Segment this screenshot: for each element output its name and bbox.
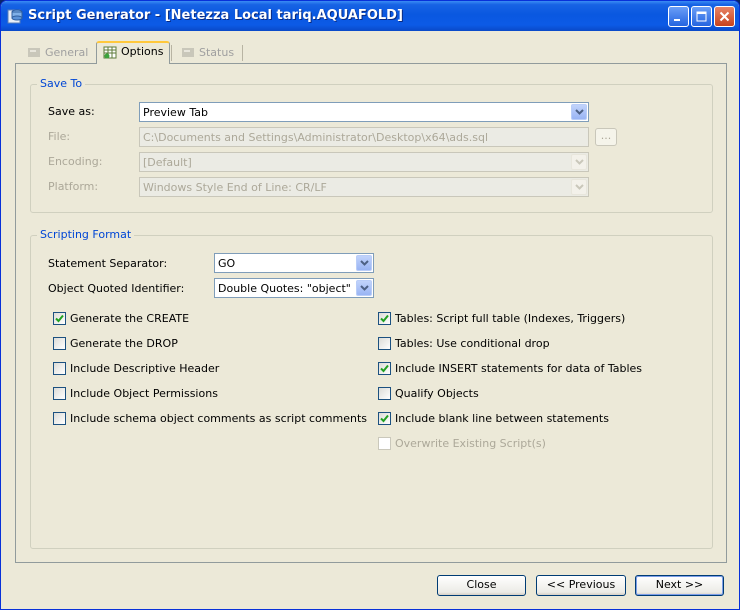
- checkbox-label: Tables: Use conditional drop: [395, 337, 550, 350]
- checkmark-icon: [380, 314, 389, 323]
- quoted-identifier-value: Double Quotes: "object": [218, 282, 351, 295]
- checkbox-box[interactable]: [53, 312, 66, 325]
- checkbox-box[interactable]: [378, 312, 391, 325]
- scripting-format-title: Scripting Format: [37, 228, 135, 241]
- encoding-label: Encoding:: [48, 155, 103, 168]
- next-button[interactable]: Next >>: [635, 575, 724, 596]
- close-button[interactable]: Close: [437, 575, 526, 596]
- tab-separator: [171, 45, 172, 61]
- checkmark-icon: [380, 364, 389, 373]
- chevron-down-icon: [359, 285, 369, 291]
- tab-general-label: General: [45, 46, 89, 59]
- options-panel: Save To Save as: Preview Tab File: C:\Do…: [15, 63, 727, 563]
- save-to-group: Save To Save as: Preview Tab File: C:\Do…: [30, 77, 713, 213]
- statement-separator-dropdown[interactable]: GO: [214, 253, 374, 273]
- tab-options-label: Options: [121, 45, 164, 58]
- maximize-button[interactable]: [691, 6, 712, 27]
- checkbox-label: Include blank line between statements: [395, 412, 609, 425]
- checkmark-icon: [380, 414, 389, 423]
- platform-dropdown[interactable]: Windows Style End of Line: CR/LF: [139, 177, 589, 197]
- file-path-value: C:\Documents and Settings\Administrator\…: [143, 131, 489, 144]
- checkbox-label: Include Object Permissions: [70, 387, 218, 400]
- platform-value: Windows Style End of Line: CR/LF: [143, 181, 327, 194]
- maximize-icon: [696, 11, 707, 22]
- file-label: File:: [48, 130, 71, 143]
- chevron-down-icon: [359, 260, 369, 266]
- dropdown-arrow[interactable]: [571, 179, 587, 195]
- checkbox-box[interactable]: [378, 337, 391, 350]
- save-as-dropdown[interactable]: Preview Tab: [139, 102, 589, 122]
- scripting-format-group: Scripting Format Statement Separator: GO…: [30, 228, 713, 549]
- encoding-value: [Default]: [143, 156, 192, 169]
- checkbox-box[interactable]: [378, 437, 391, 450]
- minimize-icon: [674, 19, 680, 21]
- platform-label: Platform:: [48, 180, 99, 193]
- save-as-label: Save as:: [48, 105, 95, 118]
- dropdown-arrow[interactable]: [571, 104, 587, 120]
- general-tab-icon: [28, 48, 40, 57]
- save-as-value: Preview Tab: [143, 106, 208, 119]
- statement-separator-label: Statement Separator:: [48, 257, 168, 270]
- checkbox-box[interactable]: [378, 387, 391, 400]
- chevron-down-icon: [574, 159, 584, 165]
- checkbox-box[interactable]: [53, 412, 66, 425]
- quoted-identifier-label: Object Quoted Identifier:: [48, 282, 185, 295]
- dropdown-arrow[interactable]: [356, 255, 372, 271]
- dropdown-arrow[interactable]: [571, 154, 587, 170]
- tab-separator: [242, 45, 243, 61]
- checkbox-label: Include INSERT statements for data of Ta…: [395, 362, 643, 375]
- chevron-down-icon: [574, 184, 584, 190]
- close-icon: [719, 11, 730, 22]
- encoding-dropdown[interactable]: [Default]: [139, 152, 589, 172]
- title-bar[interactable]: Script Generator - [Netezza Local tariq.…: [1, 1, 739, 31]
- checkbox-box[interactable]: [378, 362, 391, 375]
- close-window-button[interactable]: [714, 6, 735, 27]
- minimize-button[interactable]: [668, 6, 689, 27]
- checkbox-label: Qualify Objects: [395, 387, 479, 400]
- checkbox-label: Include Descriptive Header: [70, 362, 220, 375]
- save-to-title: Save To: [37, 77, 86, 90]
- previous-button[interactable]: << Previous: [536, 575, 626, 596]
- browse-file-button[interactable]: ...: [595, 128, 617, 146]
- checkbox-label: Include schema object comments as script…: [70, 412, 367, 425]
- tab-status-label: Status: [199, 46, 235, 59]
- checkbox-label: Generate the CREATE: [70, 312, 190, 325]
- checkmark-icon: [55, 314, 64, 323]
- window-title: Script Generator - [Netezza Local tariq.…: [28, 8, 403, 23]
- statement-separator-value: GO: [218, 257, 236, 270]
- tab-strip: General Options Status: [15, 41, 727, 64]
- tab-general[interactable]: General: [21, 43, 94, 63]
- checkbox-label: Generate the DROP: [70, 337, 178, 350]
- checkbox-label: Tables: Script full table (Indexes, Trig…: [395, 312, 626, 325]
- checkbox-box[interactable]: [53, 387, 66, 400]
- status-tab-icon: [182, 48, 194, 57]
- options-tab-icon: [103, 46, 117, 59]
- script-generator-icon: [7, 9, 23, 24]
- tab-status[interactable]: Status: [175, 43, 240, 63]
- script-generator-window: Script Generator - [Netezza Local tariq.…: [0, 0, 740, 610]
- quoted-identifier-dropdown[interactable]: Double Quotes: "object": [214, 278, 374, 298]
- dropdown-arrow[interactable]: [356, 280, 372, 296]
- checkbox-label: Overwrite Existing Script(s): [395, 437, 546, 450]
- chevron-down-icon: [574, 109, 584, 115]
- file-path-input[interactable]: C:\Documents and Settings\Administrator\…: [139, 127, 589, 147]
- checkbox-box[interactable]: [378, 412, 391, 425]
- checkbox-box[interactable]: [53, 362, 66, 375]
- checkbox-box[interactable]: [53, 337, 66, 350]
- tab-options[interactable]: Options: [96, 41, 171, 64]
